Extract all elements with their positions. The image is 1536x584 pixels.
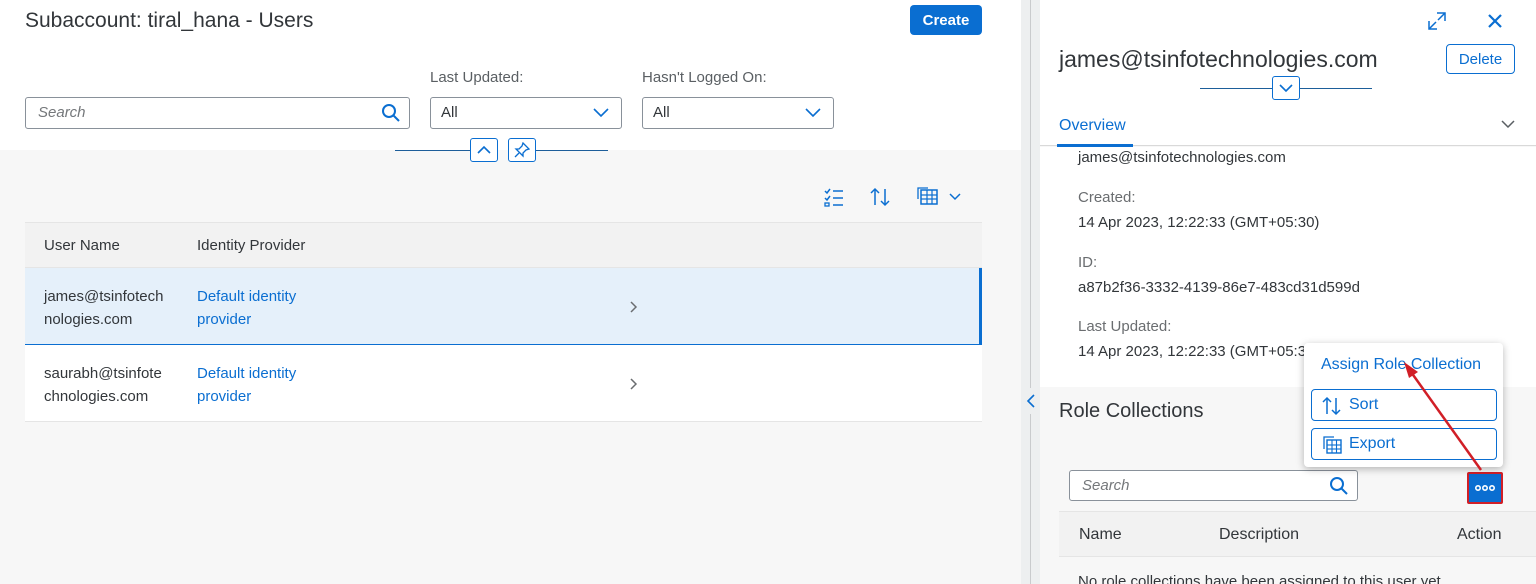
expand-header-button[interactable]	[1272, 76, 1300, 100]
table-row[interactable]: james@tsinfotech nologies.com Default id…	[25, 268, 982, 345]
chevron-down-icon[interactable]	[1500, 118, 1516, 130]
sort-menu-label: Sort	[1349, 396, 1379, 413]
column-header-identity-provider[interactable]: Identity Provider	[197, 237, 305, 254]
export-menu-button[interactable]: Export	[1311, 428, 1497, 460]
chevron-right-icon	[630, 301, 638, 313]
page-title: Subaccount: tiral_hana - Users	[25, 9, 314, 32]
role-collections-table-header: Name Description Action	[1059, 511, 1536, 557]
last-updated-label: Last Updated:	[430, 69, 524, 86]
divider-line	[1030, 0, 1031, 584]
user-name-cell: saurabh@tsinfote chnologies.com	[44, 362, 184, 408]
hasnt-logged-label: Hasn't Logged On:	[642, 69, 767, 86]
users-search-input[interactable]: Search	[25, 97, 410, 129]
identity-provider-link[interactable]: Default identity provider	[197, 285, 347, 331]
more-options-button[interactable]	[1467, 472, 1503, 504]
created-value: 14 Apr 2023, 12:22:33 (GMT+05:30)	[1078, 214, 1320, 231]
last-updated-value: All	[441, 104, 458, 121]
export-icon[interactable]	[916, 185, 964, 209]
detail-header: james@tsinfotechnologies.com Delete Over…	[1040, 0, 1536, 147]
column-header-action: Action	[1457, 526, 1502, 543]
id-value: a87b2f36-3332-4139-86e7-483cd31d599d	[1078, 279, 1360, 296]
delete-button[interactable]: Delete	[1446, 44, 1515, 74]
fullscreen-icon[interactable]	[1426, 10, 1448, 32]
tab-overview[interactable]: Overview	[1059, 117, 1126, 135]
header-divider-line	[1300, 88, 1372, 89]
overflow-icon	[1475, 485, 1495, 492]
pane-divider[interactable]	[1021, 0, 1040, 584]
id-label: ID:	[1078, 254, 1098, 271]
close-icon[interactable]	[1486, 12, 1504, 30]
header-divider-line	[1200, 88, 1272, 89]
chevron-left-icon	[1026, 394, 1035, 408]
search-icon[interactable]	[1329, 476, 1349, 496]
identity-provider-line: provider	[197, 311, 252, 328]
user-name-cell: james@tsinfotech nologies.com	[44, 285, 184, 331]
sort-menu-button[interactable]: Sort	[1311, 389, 1497, 421]
pin-icon	[514, 142, 530, 158]
table-row[interactable]: saurabh@tsinfote chnologies.com Default …	[25, 345, 982, 422]
export-menu-label: Export	[1349, 435, 1396, 452]
identity-provider-line: provider	[197, 388, 252, 405]
column-header-description[interactable]: Description	[1219, 526, 1299, 544]
user-detail-pane: james@tsinfotechnologies.com Delete Over…	[1040, 0, 1536, 584]
chevron-right-icon	[630, 378, 638, 390]
pin-header-button[interactable]	[508, 138, 536, 162]
divider-handle[interactable]	[1023, 388, 1039, 414]
sort-icon[interactable]	[869, 186, 891, 208]
identity-provider-line: Default identity	[197, 365, 297, 382]
actions-popover: Assign Role Collection Sort Export	[1304, 343, 1503, 467]
search-icon[interactable]	[381, 103, 401, 123]
chevron-up-icon	[477, 145, 491, 154]
last-updated-value: 14 Apr 2023, 12:22:33 (GMT+05:30)	[1078, 343, 1320, 360]
role-collections-title: Role Collections	[1059, 400, 1204, 422]
hasnt-logged-value: All	[653, 104, 670, 121]
header-divider-line	[536, 150, 608, 151]
user-name-line: nologies.com	[44, 311, 133, 328]
users-pane: Subaccount: tiral_hana - Users Create Se…	[0, 0, 1021, 584]
create-button[interactable]: Create	[910, 5, 982, 35]
chevron-down-icon	[805, 108, 821, 118]
identity-provider-link[interactable]: Default identity provider	[197, 362, 347, 408]
chevron-down-icon	[593, 108, 609, 118]
sort-icon	[1322, 396, 1341, 416]
user-name-line: chnologies.com	[44, 388, 149, 405]
header-divider-line	[395, 150, 470, 151]
assign-role-collection-item[interactable]: Assign Role Collection	[1321, 356, 1481, 374]
column-header-name[interactable]: Name	[1079, 526, 1122, 544]
last-updated-label: Last Updated:	[1078, 318, 1172, 335]
identity-provider-line: Default identity	[197, 288, 297, 305]
users-header: Subaccount: tiral_hana - Users Create Se…	[0, 0, 1021, 162]
empty-table-text: No role collections have been assigned t…	[1078, 573, 1445, 584]
users-table-header: User Name Identity Provider	[25, 222, 982, 268]
collapse-header-button[interactable]	[470, 138, 498, 162]
role-search-input[interactable]: Search	[1069, 470, 1358, 501]
role-search-placeholder: Search	[1082, 477, 1130, 494]
user-name-line: james@tsinfotech	[44, 288, 164, 305]
column-header-user-name[interactable]: User Name	[44, 237, 120, 254]
hasnt-logged-select[interactable]: All	[642, 97, 834, 129]
chevron-down-icon	[1279, 84, 1293, 93]
last-updated-select[interactable]: All	[430, 97, 622, 129]
detail-title: james@tsinfotechnologies.com	[1059, 46, 1378, 72]
email-value: james@tsinfotechnologies.com	[1078, 149, 1286, 166]
created-label: Created:	[1078, 189, 1136, 206]
multi-select-icon[interactable]	[823, 186, 845, 208]
users-search-placeholder: Search	[38, 104, 86, 121]
user-name-line: saurabh@tsinfote	[44, 365, 162, 382]
export-icon	[1323, 436, 1342, 454]
